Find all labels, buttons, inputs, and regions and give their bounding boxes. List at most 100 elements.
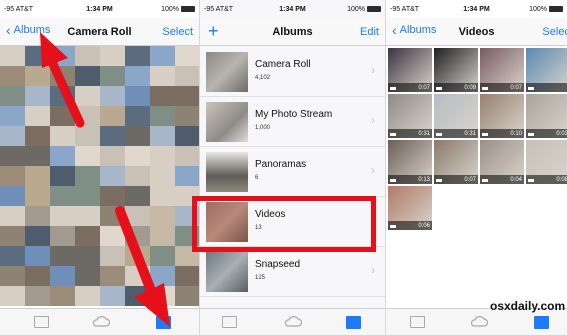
album-row-snapseed[interactable]: Snapseed 125 › — [200, 247, 385, 297]
photo-thumbnail[interactable] — [25, 146, 50, 166]
video-thumbnail[interactable]: 0:31 — [388, 94, 432, 138]
photo-thumbnail[interactable] — [50, 146, 75, 166]
photo-thumbnail[interactable] — [0, 246, 25, 266]
photo-thumbnail[interactable] — [25, 206, 50, 226]
video-thumbnail[interactable] — [526, 48, 567, 92]
photo-thumbnail[interactable] — [125, 66, 150, 86]
photo-thumbnail[interactable] — [50, 266, 75, 286]
photo-thumbnail[interactable] — [100, 46, 125, 66]
photo-thumbnail[interactable] — [75, 146, 100, 166]
photo-thumbnail[interactable] — [25, 166, 50, 186]
video-thumbnail[interactable]: 0:04 — [480, 140, 524, 184]
photo-thumbnail[interactable] — [150, 146, 175, 166]
photo-thumbnail[interactable] — [125, 186, 150, 206]
photo-thumbnail[interactable] — [75, 206, 100, 226]
photo-thumbnail[interactable] — [0, 46, 25, 66]
photo-thumbnail[interactable] — [0, 226, 25, 246]
photo-thumbnail[interactable] — [50, 226, 75, 246]
photo-thumbnail[interactable] — [100, 106, 125, 126]
photo-thumbnail[interactable] — [175, 86, 199, 106]
photo-thumbnail[interactable] — [100, 146, 125, 166]
albums-tab-icon[interactable] — [534, 316, 549, 329]
photo-thumbnail[interactable] — [75, 246, 100, 266]
photo-thumbnail[interactable] — [0, 186, 25, 206]
photos-tab-icon[interactable] — [222, 316, 237, 328]
photo-thumbnail[interactable] — [50, 126, 75, 146]
photo-thumbnail[interactable] — [175, 126, 199, 146]
photo-thumbnail[interactable] — [0, 166, 25, 186]
photo-thumbnail[interactable] — [25, 186, 50, 206]
photo-thumbnail[interactable] — [50, 186, 75, 206]
photo-thumbnail[interactable] — [150, 186, 175, 206]
photos-tab-icon[interactable] — [410, 316, 425, 328]
photo-thumbnail[interactable] — [75, 266, 100, 286]
album-row-photo-stream[interactable]: My Photo Stream 1,000 › — [200, 97, 385, 147]
photo-thumbnail[interactable] — [150, 86, 175, 106]
video-thumbnail[interactable]: 0:31 — [434, 94, 478, 138]
photos-tab-icon[interactable] — [34, 316, 49, 328]
photo-thumbnail[interactable] — [75, 166, 100, 186]
shared-cloud-icon[interactable] — [470, 316, 488, 327]
video-thumbnail[interactable]: 0:08 — [526, 140, 567, 184]
video-thumbnail[interactable]: 0:07 — [388, 48, 432, 92]
select-button[interactable]: Select — [542, 26, 567, 38]
video-thumbnail[interactable]: 0:13 — [388, 140, 432, 184]
photo-thumbnail[interactable] — [125, 166, 150, 186]
photo-thumbnail[interactable] — [0, 126, 25, 146]
photo-thumbnail[interactable] — [125, 106, 150, 126]
photo-thumbnail[interactable] — [0, 146, 25, 166]
photo-thumbnail[interactable] — [75, 126, 100, 146]
photo-thumbnail[interactable] — [50, 286, 75, 306]
photo-thumbnail[interactable] — [25, 286, 50, 306]
album-count: 125 — [255, 275, 266, 281]
photo-thumbnail[interactable] — [150, 126, 175, 146]
photo-thumbnail[interactable] — [50, 166, 75, 186]
photo-thumbnail[interactable] — [25, 126, 50, 146]
albums-tab-icon[interactable] — [346, 316, 361, 329]
select-button[interactable]: Select — [162, 26, 193, 38]
album-row-camera-roll[interactable]: Camera Roll 4,102 › — [200, 47, 385, 97]
photo-thumbnail[interactable] — [25, 266, 50, 286]
photo-thumbnail[interactable] — [150, 66, 175, 86]
photo-thumbnail[interactable] — [100, 166, 125, 186]
photo-thumbnail[interactable] — [100, 66, 125, 86]
photo-thumbnail[interactable] — [75, 186, 100, 206]
photo-thumbnail[interactable] — [150, 106, 175, 126]
photo-thumbnail[interactable] — [100, 186, 125, 206]
video-thumbnail[interactable]: 0:09 — [434, 48, 478, 92]
photo-thumbnail[interactable] — [0, 106, 25, 126]
shared-cloud-icon[interactable] — [92, 316, 110, 327]
photo-thumbnail[interactable] — [125, 86, 150, 106]
photo-thumbnail[interactable] — [125, 46, 150, 66]
photo-thumbnail[interactable] — [0, 266, 25, 286]
photo-thumbnail[interactable] — [0, 286, 25, 306]
photo-thumbnail[interactable] — [75, 226, 100, 246]
video-thumbnail[interactable]: 0:06 — [388, 186, 432, 230]
photo-thumbnail[interactable] — [175, 166, 199, 186]
photo-thumbnail[interactable] — [175, 66, 199, 86]
photo-thumbnail[interactable] — [25, 226, 50, 246]
photo-thumbnail[interactable] — [175, 106, 199, 126]
photo-thumbnail[interactable] — [25, 246, 50, 266]
photo-thumbnail[interactable] — [100, 126, 125, 146]
photo-thumbnail[interactable] — [100, 86, 125, 106]
video-thumbnail[interactable]: 0:10 — [480, 94, 524, 138]
photo-thumbnail[interactable] — [75, 286, 100, 306]
video-thumbnail[interactable]: 0:03 — [526, 94, 567, 138]
photo-thumbnail[interactable] — [50, 206, 75, 226]
photo-thumbnail[interactable] — [175, 46, 199, 66]
video-thumbnail[interactable]: 0:07 — [434, 140, 478, 184]
photo-thumbnail[interactable] — [150, 46, 175, 66]
photo-thumbnail[interactable] — [0, 206, 25, 226]
photo-thumbnail[interactable] — [150, 166, 175, 186]
album-row-panoramas[interactable]: Panoramas 6 › — [200, 147, 385, 197]
photo-thumbnail[interactable] — [0, 66, 25, 86]
edit-button[interactable]: Edit — [360, 26, 379, 38]
photo-thumbnail[interactable] — [50, 246, 75, 266]
shared-cloud-icon[interactable] — [284, 316, 302, 327]
photo-thumbnail[interactable] — [0, 86, 25, 106]
photo-thumbnail[interactable] — [125, 126, 150, 146]
photo-thumbnail[interactable] — [125, 146, 150, 166]
video-thumbnail[interactable]: 0:07 — [480, 48, 524, 92]
photo-thumbnail[interactable] — [175, 146, 199, 166]
